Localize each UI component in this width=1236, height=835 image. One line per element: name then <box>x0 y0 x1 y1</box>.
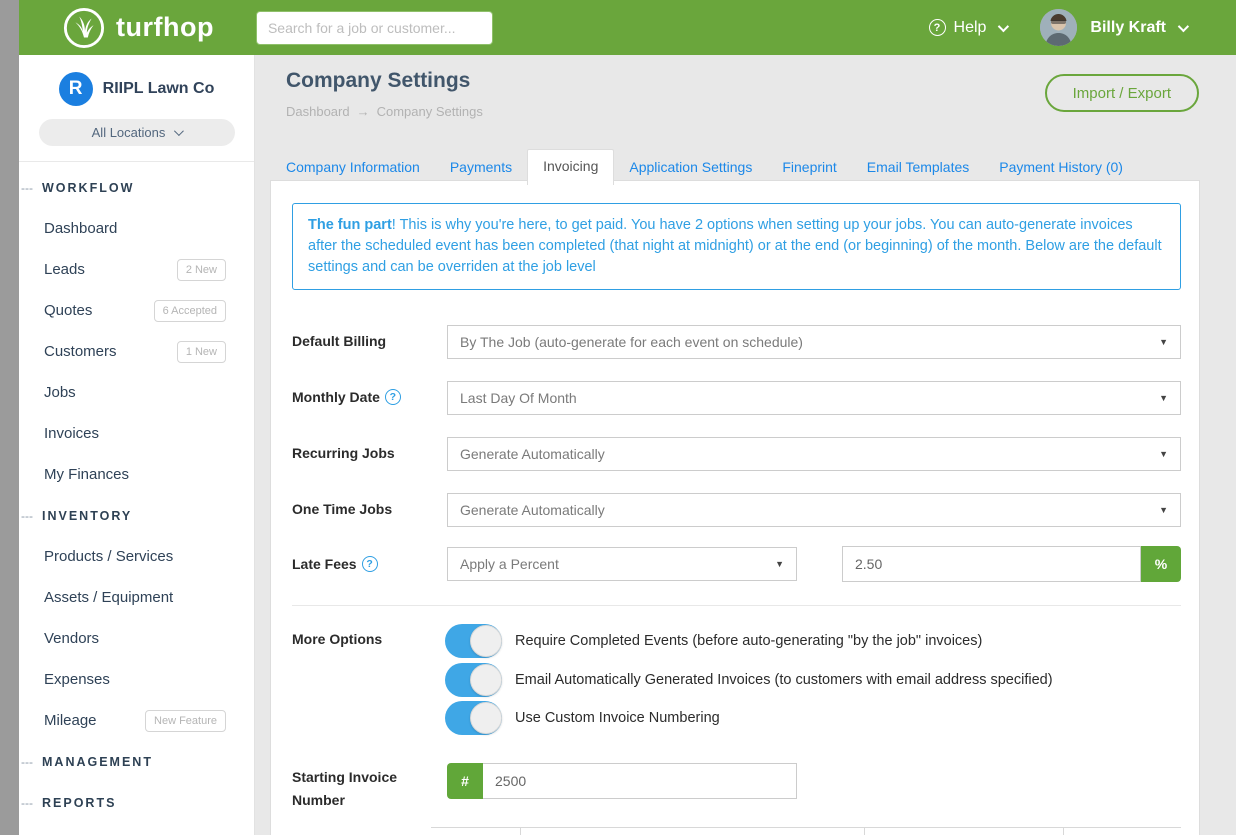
info-text: ! This is why you're here, to get paid. … <box>308 217 1162 275</box>
sidebar-item-leads[interactable]: Leads 2 New <box>19 249 254 290</box>
help-menu[interactable]: ? Help <box>929 19 1007 37</box>
help-icon[interactable]: ? <box>362 556 378 572</box>
tab-email-templates[interactable]: Email Templates <box>852 151 984 184</box>
section-management[interactable]: --- MANAGEMENT <box>19 741 254 782</box>
turfhop-logo[interactable]: turfhop <box>63 7 214 49</box>
invoicing-panel: The fun part! This is why you're here, t… <box>270 180 1200 835</box>
locations-label: All Locations <box>92 125 166 140</box>
toggle-custom-invoice-numbering: Use Custom Invoice Numbering <box>445 701 720 735</box>
import-export-button[interactable]: Import / Export <box>1045 74 1199 112</box>
starting-invoice-number-group: # <box>447 763 797 799</box>
sidebar-item-products-services[interactable]: Products / Services <box>19 536 254 577</box>
number-sign-prefix: # <box>447 763 483 799</box>
tab-payments[interactable]: Payments <box>435 151 527 184</box>
more-options-label: More Options <box>292 631 382 647</box>
table-top-edge <box>431 827 1181 835</box>
late-fees-label: Late Fees ? <box>292 556 378 572</box>
company-name: RIIPL Lawn Co <box>103 80 215 98</box>
tab-invoicing[interactable]: Invoicing <box>527 149 614 185</box>
dropdown-caret-icon: ▼ <box>775 559 784 569</box>
percent-button[interactable]: % <box>1141 546 1181 582</box>
leads-badge: 2 New <box>177 259 226 281</box>
customers-badge: 1 New <box>177 341 226 363</box>
dropdown-caret-icon: ▼ <box>1159 505 1168 515</box>
toggle-require-completed-events: Require Completed Events (before auto-ge… <box>445 624 982 658</box>
sidebar-item-invoices[interactable]: Invoices <box>19 413 254 454</box>
grass-logo-icon <box>63 7 105 49</box>
tab-company-information[interactable]: Company Information <box>271 151 435 184</box>
chevron-down-icon <box>998 20 1009 31</box>
breadcrumb-current: Company Settings <box>377 104 483 119</box>
global-search-input[interactable] <box>256 11 493 45</box>
user-name[interactable]: Billy Kraft <box>1090 19 1166 37</box>
sidebar-nav: --- WORKFLOW Dashboard Leads 2 New Quote… <box>19 162 254 823</box>
section-dashes: --- <box>19 181 42 195</box>
mileage-badge: New Feature <box>145 710 226 732</box>
breadcrumb-dashboard[interactable]: Dashboard <box>286 104 350 119</box>
section-dashes: --- <box>19 755 42 769</box>
quotes-badge: 6 Accepted <box>154 300 226 322</box>
breadcrumb: Dashboard → Company Settings <box>286 104 483 119</box>
toggle-switch-on[interactable] <box>445 701 502 735</box>
tab-fineprint[interactable]: Fineprint <box>767 151 851 184</box>
sidebar-item-mileage[interactable]: Mileage New Feature <box>19 700 254 741</box>
one-time-jobs-select[interactable]: Generate Automatically ▼ <box>447 493 1181 527</box>
help-icon[interactable]: ? <box>385 389 401 405</box>
company-header: R RIIPL Lawn Co <box>19 55 254 106</box>
recurring-jobs-label: Recurring Jobs <box>292 445 395 461</box>
dropdown-caret-icon: ▼ <box>1159 449 1168 459</box>
sidebar-item-quotes[interactable]: Quotes 6 Accepted <box>19 290 254 331</box>
default-billing-label: Default Billing <box>292 333 386 349</box>
section-reports[interactable]: --- REPORTS <box>19 782 254 823</box>
late-fees-select[interactable]: Apply a Percent ▼ <box>447 547 797 581</box>
brand-name: turfhop <box>116 12 214 43</box>
sidebar-item-vendors[interactable]: Vendors <box>19 618 254 659</box>
section-divider <box>292 605 1181 606</box>
info-callout: The fun part! This is why you're here, t… <box>292 203 1181 290</box>
section-dashes: --- <box>19 796 42 810</box>
tab-payment-history[interactable]: Payment History (0) <box>984 151 1138 184</box>
toggle-email-generated-invoices: Email Automatically Generated Invoices (… <box>445 663 1053 697</box>
dropdown-caret-icon: ▼ <box>1159 337 1168 347</box>
monthly-date-select[interactable]: Last Day Of Month ▼ <box>447 381 1181 415</box>
toggle-switch-on[interactable] <box>445 624 502 658</box>
default-billing-select[interactable]: By The Job (auto-generate for each event… <box>447 325 1181 359</box>
late-fee-amount-input[interactable] <box>842 546 1141 582</box>
sidebar: R RIIPL Lawn Co All Locations --- WORKFL… <box>19 55 255 835</box>
locations-dropdown[interactable]: All Locations <box>39 119 235 146</box>
monthly-date-label: Monthly Date ? <box>292 389 401 405</box>
sidebar-item-customers[interactable]: Customers 1 New <box>19 331 254 372</box>
tab-application-settings[interactable]: Application Settings <box>614 151 767 184</box>
section-inventory: --- INVENTORY <box>19 495 254 536</box>
topbar: turfhop ? Help Billy Kraft <box>19 0 1236 55</box>
toggle-knob <box>470 702 502 734</box>
toggle-knob <box>470 664 502 696</box>
section-dashes: --- <box>19 509 42 523</box>
main-content: Company Settings Dashboard → Company Setti… <box>255 55 1236 835</box>
sidebar-item-my-finances[interactable]: My Finances <box>19 454 254 495</box>
company-logo: R <box>59 72 93 106</box>
settings-tabs: Company Information Payments Invoicing A… <box>271 149 1138 184</box>
sidebar-item-assets-equipment[interactable]: Assets / Equipment <box>19 577 254 618</box>
starting-invoice-number-input[interactable] <box>483 763 797 799</box>
info-bold: The fun part <box>308 217 392 233</box>
dropdown-caret-icon: ▼ <box>1159 393 1168 403</box>
help-icon: ? <box>929 19 946 36</box>
user-menu-chevron-icon[interactable] <box>1178 20 1189 31</box>
breadcrumb-arrow-icon: → <box>357 104 370 119</box>
user-avatar[interactable] <box>1040 9 1077 46</box>
sidebar-item-jobs[interactable]: Jobs <box>19 372 254 413</box>
toggle-knob <box>470 625 502 657</box>
sidebar-item-expenses[interactable]: Expenses <box>19 659 254 700</box>
page-title: Company Settings <box>286 69 470 93</box>
sidebar-item-dashboard[interactable]: Dashboard <box>19 208 254 249</box>
help-label: Help <box>954 19 987 37</box>
toggle-switch-on[interactable] <box>445 663 502 697</box>
chevron-down-icon <box>174 126 184 136</box>
one-time-jobs-label: One Time Jobs <box>292 501 392 517</box>
window-edge-strip <box>0 0 19 835</box>
starting-invoice-number-label: Starting Invoice Number <box>292 766 410 812</box>
section-workflow: --- WORKFLOW <box>19 167 254 208</box>
recurring-jobs-select[interactable]: Generate Automatically ▼ <box>447 437 1181 471</box>
